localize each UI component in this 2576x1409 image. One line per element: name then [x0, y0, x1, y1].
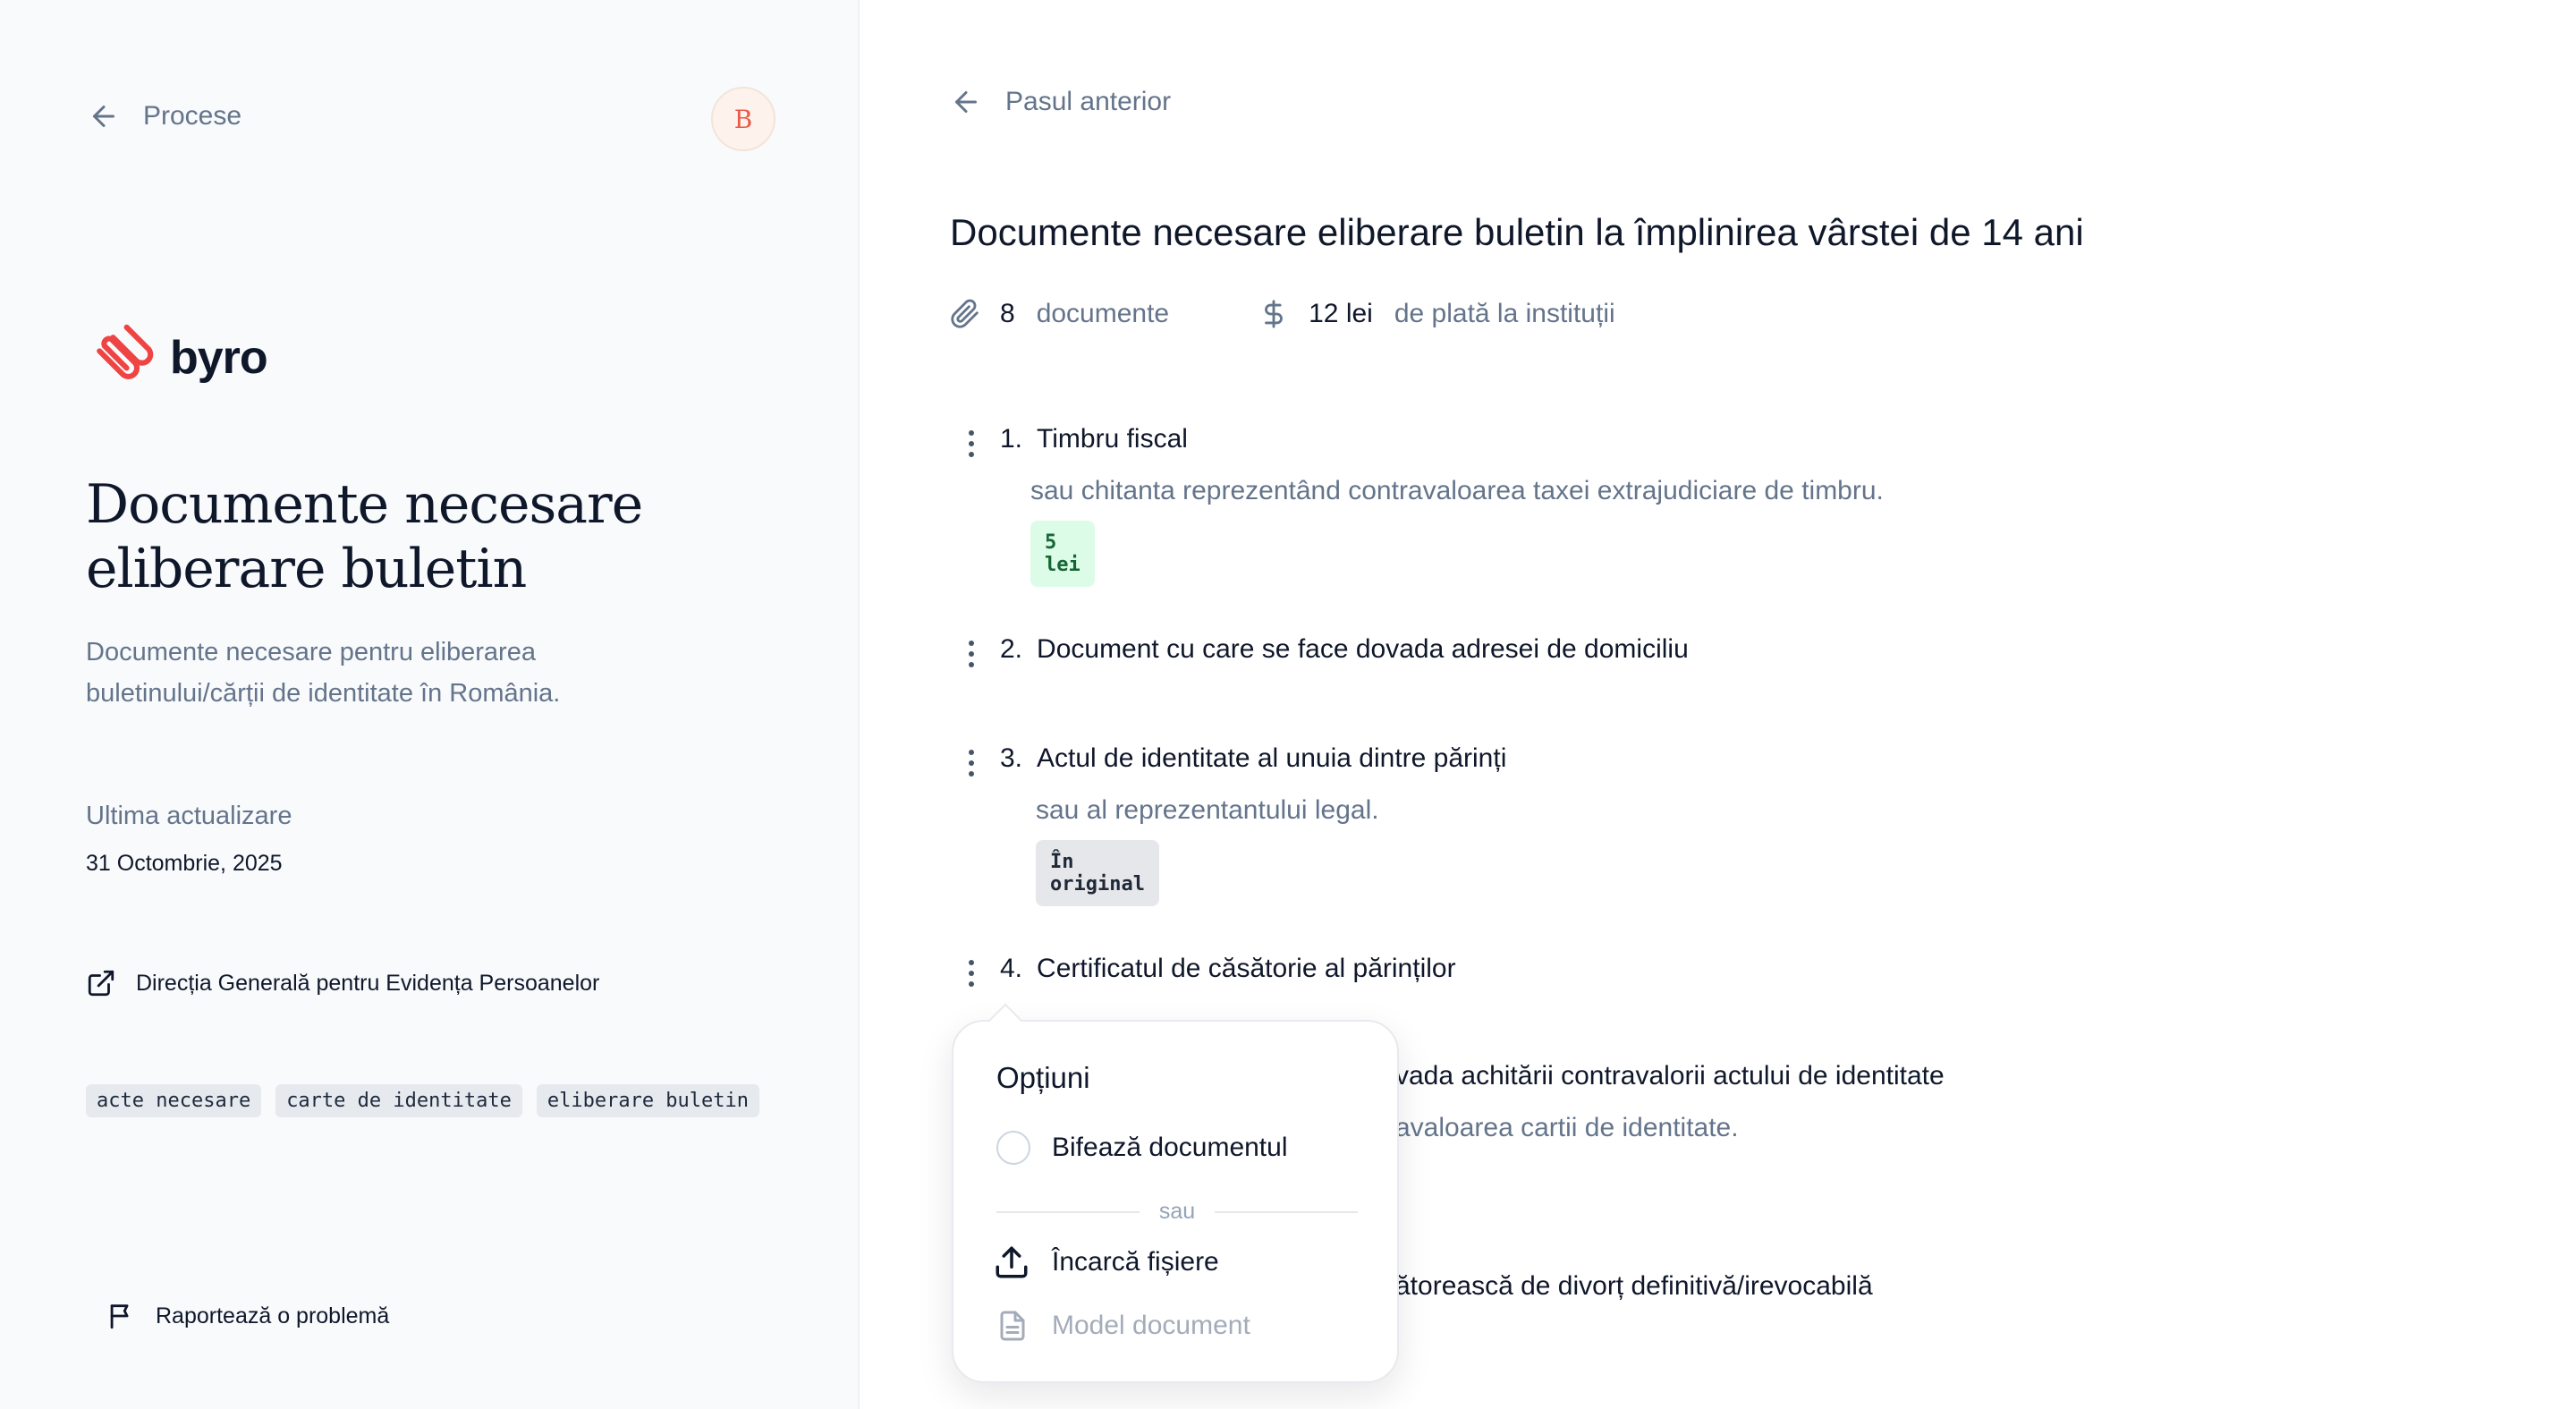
document-number: 4. [1000, 954, 1023, 983]
page-title: Documente necesare eliberare buletin [86, 473, 643, 600]
check-document-label: Bifează documentul [1052, 1133, 1288, 1162]
document-icon [1000, 1311, 1025, 1341]
document-title-text: Actul de identitate al unuia dintre pări… [1037, 743, 1507, 773]
back-to-procese-link[interactable]: Procese [88, 100, 242, 132]
document-title-text: Timbru fiscal [1037, 424, 1188, 454]
kebab-icon[interactable] [962, 745, 980, 781]
institution-link-label: Direcția Generală pentru Evidența Persoa… [136, 970, 600, 996]
document-title-text: Certificatul de căsătorie al părinților [1037, 954, 1456, 983]
document-title[interactable]: vada achitării contravalorii actului de … [1395, 1061, 1945, 1091]
kebab-icon[interactable] [962, 636, 980, 672]
report-problem-label: Raportează o problemă [156, 1303, 390, 1328]
last-updated-label: Ultima actualizare [86, 802, 292, 830]
institution-link[interactable]: Direcția Generală pentru Evidența Persoa… [86, 968, 599, 998]
divider-label: sau [1158, 1199, 1196, 1224]
documents-label: documente [1036, 299, 1170, 328]
fee-label: de plată la instituții [1394, 299, 1615, 328]
document-number: 1. [1000, 424, 1023, 454]
avatar[interactable]: B [711, 87, 775, 151]
documents-count: 8 [1000, 299, 1015, 328]
main-title: Documente necesare eliberare buletin la … [950, 211, 2084, 253]
model-document-option: Model document [996, 1310, 1250, 1342]
document-subtitle: avaloarea cartii de identitate. [1395, 1113, 1739, 1142]
or-divider: sau [996, 1199, 1358, 1225]
previous-step-label: Pasul anterior [1005, 87, 1172, 116]
document-title[interactable]: ătorească de divorț definitivă/irevocabi… [1395, 1271, 1873, 1302]
upload-icon [996, 1246, 1028, 1278]
sidebar: Procese B byro Documente necesare eliber… [0, 0, 860, 1409]
arrow-left-icon [93, 106, 114, 127]
last-updated-date: 31 Octombrie, 2025 [86, 851, 283, 876]
document-title[interactable]: 3. Actul de identitate al unuia dintre pă… [1000, 743, 1506, 774]
report-problem-button[interactable]: Raportează o problemă [106, 1301, 389, 1331]
document-title[interactable]: 4. Certificatul de căsătorie al părințilo… [1000, 954, 1456, 984]
popover-title: Opțiuni [996, 1061, 1090, 1094]
arrow-left-icon [955, 91, 977, 113]
upload-files-label: Încarcă fișiere [1052, 1247, 1219, 1277]
options-popover: Opțiuni Bifează documentul sau Încarcă f… [952, 1020, 1399, 1383]
tag-carte-de-identitate[interactable]: carte de identitate [275, 1084, 522, 1117]
document-title-text: Document cu care se face dovada adresei … [1037, 634, 1689, 664]
previous-step-link[interactable]: Pasul anterior [950, 86, 1171, 118]
radio-circle-icon[interactable] [996, 1131, 1030, 1165]
fee-amount: 12 lei [1309, 299, 1373, 328]
paperclip-icon [951, 299, 979, 328]
document-title[interactable]: 2. Document cu care se face dovada adrese… [1000, 634, 1689, 665]
model-document-label: Model document [1052, 1311, 1250, 1340]
tag-list: acte necesare carte de identitate eliber… [86, 1084, 760, 1117]
price-badge: 5 lei [1030, 521, 1095, 587]
document-title[interactable]: 1. Timbru fiscal [1000, 424, 1188, 454]
document-number: 3. [1000, 743, 1023, 773]
document-subtitle: sau al reprezentantului legal. [1036, 795, 1379, 825]
kebab-icon[interactable] [962, 426, 980, 462]
check-document-option[interactable]: Bifează documentul [996, 1131, 1288, 1165]
logo-text: byro [170, 332, 268, 384]
kebab-icon[interactable] [962, 955, 980, 991]
byro-logo[interactable]: byro [86, 324, 268, 392]
page-description: Documente necesare pentru eliberarea bul… [86, 638, 561, 708]
document-number: 2. [1000, 634, 1023, 664]
paperclip-logo-icon [97, 324, 154, 379]
dollar-icon [1265, 300, 1283, 328]
document-subtitle: sau chitanta reprezentând contravaloarea… [1030, 476, 1884, 505]
flag-icon [110, 1304, 129, 1329]
summary-stats: 8 documente 12 lei de plată la instituți… [950, 299, 1615, 329]
tag-acte-necesare[interactable]: acte necesare [86, 1084, 262, 1117]
external-link-icon [88, 970, 114, 997]
upload-files-option[interactable]: Încarcă fișiere [993, 1243, 1219, 1281]
original-badge: În original [1036, 840, 1159, 906]
back-label: Procese [143, 101, 242, 131]
tag-eliberare-buletin[interactable]: eliberare buletin [536, 1084, 760, 1117]
